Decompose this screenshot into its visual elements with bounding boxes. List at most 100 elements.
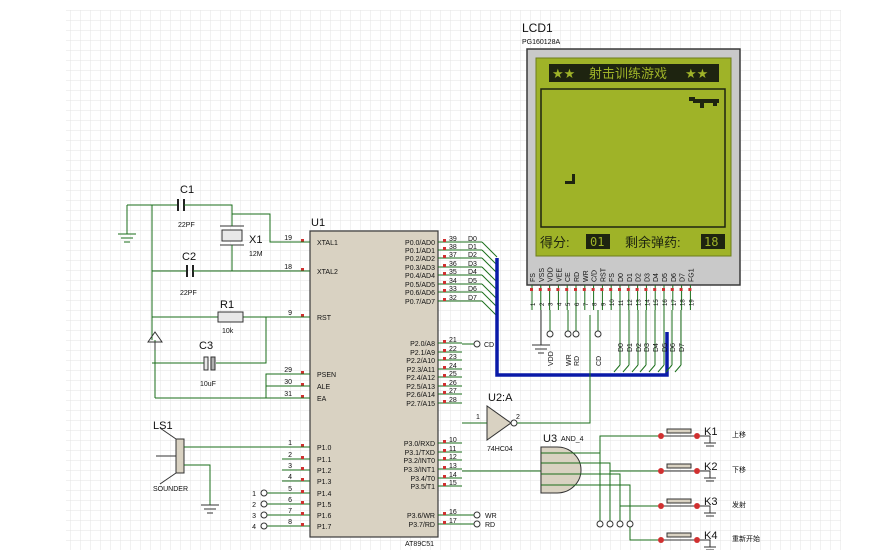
lcd-pin-name: D5 [662,273,669,282]
pin-marker [443,264,446,267]
mcu-pin-name: P3.2/INT0 [403,458,435,465]
pin-marker [443,349,446,352]
mcu-pin-number: 39 [449,236,457,243]
c3-value: 10uF [200,381,216,388]
lcd-bottom-label: D2 [636,343,643,352]
p1-net-label: 3 [252,513,256,520]
lcd-pin-name: D2 [636,273,643,282]
mcu-pin-name: P3.3/INT1 [403,467,435,474]
mcu-pin-name: P3.7/RD [409,522,435,529]
mcu-pin-name: P0.6/AD6 [405,290,435,297]
lcd-bottom-label: D3 [644,343,651,352]
mcu-pin-name: P1.7 [317,524,332,531]
mcu-pin-number: 3 [288,463,292,470]
lcd-bottom-label: D0 [618,343,625,352]
pin-marker [443,247,446,250]
mcu-pin-number: 29 [284,367,292,374]
pin-marker [443,466,446,469]
mcu-pin-name: P2.6/A14 [406,392,435,399]
lcd-pin-number: 10 [610,299,616,306]
p1-terminal [260,489,268,497]
mcu-pin-number: 32 [449,295,457,302]
lcd-pin-name: RST [600,267,607,282]
key-terminal [606,520,614,528]
u2a-pin-in: 1 [476,414,480,421]
r1-value: 10k [222,328,234,335]
pin-marker [609,288,613,291]
key-cap [666,428,692,434]
pin-marker [582,288,586,291]
mcu-pin-name: P0.1/AD1 [405,248,435,255]
mcu-pin-name: PSEN [317,372,336,379]
lcd-pin-number: 11 [619,299,625,306]
pin-marker [662,288,665,291]
lcd-pin-name: VDD [548,267,555,282]
mcu-pin-name: P1.5 [317,502,332,509]
pin-marker [443,383,446,386]
mcu-pin-number: 5 [288,486,292,493]
pin-marker [670,288,674,291]
lcd-ctrl-terminal [594,330,602,338]
mcu-pin-name: P1.1 [317,457,332,464]
mcu-pin-number: 33 [449,286,457,293]
lcd-bottom-label: CD [596,356,603,366]
pin-marker [556,288,560,291]
lcd-pin-number: 17 [672,299,678,306]
pin-marker [574,288,577,291]
u3-ref: U3 [543,433,557,445]
lcd-module[interactable]: LCD1 PG160128A ★★ 射击训练游戏 ★★ 得分: 01 剩余弹药:… [522,21,741,286]
mcu-pin-number: 1 [288,440,292,447]
mcu-pin-name: ALE [317,384,331,391]
cd-net-label: CD [484,342,494,349]
mcu-pin-number: 9 [288,310,292,317]
key-pin-dot [694,433,700,439]
mcu-pin-number: 16 [449,509,457,516]
pin-marker [443,340,446,343]
mcu-pin-number: 34 [449,278,457,285]
pin-marker [618,288,621,291]
pin-marker [600,288,604,291]
lcd-bottom-label: WR [566,354,573,366]
mcu-pin-number: 31 [284,391,292,398]
u2a-ref: U2:A [488,392,513,404]
key-pin-dot [658,537,664,543]
lcd-bottom-label: D4 [653,343,660,352]
pin-marker [443,483,446,486]
pin-marker [301,512,304,515]
lcd-bottom-label: D6 [670,343,677,352]
lcd-pin-number: 18 [681,299,687,306]
pin-marker [443,366,446,369]
pin-marker [688,288,692,291]
lcd-pin-name: C/D [592,270,599,282]
lcd-pin-number: 13 [637,299,643,306]
pin-marker [443,289,446,292]
wr-net-label: WR [485,513,497,520]
key-terminal [626,520,634,528]
p1-net-label: 2 [252,502,256,509]
mcu-pin-number: 22 [449,346,457,353]
mcu-pin-number: 19 [284,235,292,242]
mcu-pin-number: 25 [449,371,457,378]
lcd-pin-name: D3 [644,273,651,282]
mcu-pin-number: 10 [449,437,457,444]
mcu-pin-name: EA [317,396,327,403]
mcu-pin-name: P3.4/T0 [410,476,435,483]
pin-marker [301,467,304,470]
lcd-pin-name: VSS [539,268,546,282]
mcu-pin-number: 26 [449,380,457,387]
key-terminal [596,520,604,528]
p1-terminal [260,522,268,530]
lcd-pin-name: D0 [618,273,625,282]
pin-marker [443,391,446,394]
mcu-pin-name: P0.2/AD2 [405,256,435,263]
mcu-pin-number: 36 [449,261,457,268]
lcd-ctrl-terminal [572,330,580,338]
x1-value: 12M [249,251,263,258]
key-label: 上移 [732,430,746,439]
key-pin-dot [694,468,700,474]
key-terminal [616,520,624,528]
lcd-ref: LCD1 [522,21,553,35]
lcd-pin-name: D1 [627,273,634,282]
mcu-pin-name: P1.2 [317,468,332,475]
pin-marker [301,456,304,459]
